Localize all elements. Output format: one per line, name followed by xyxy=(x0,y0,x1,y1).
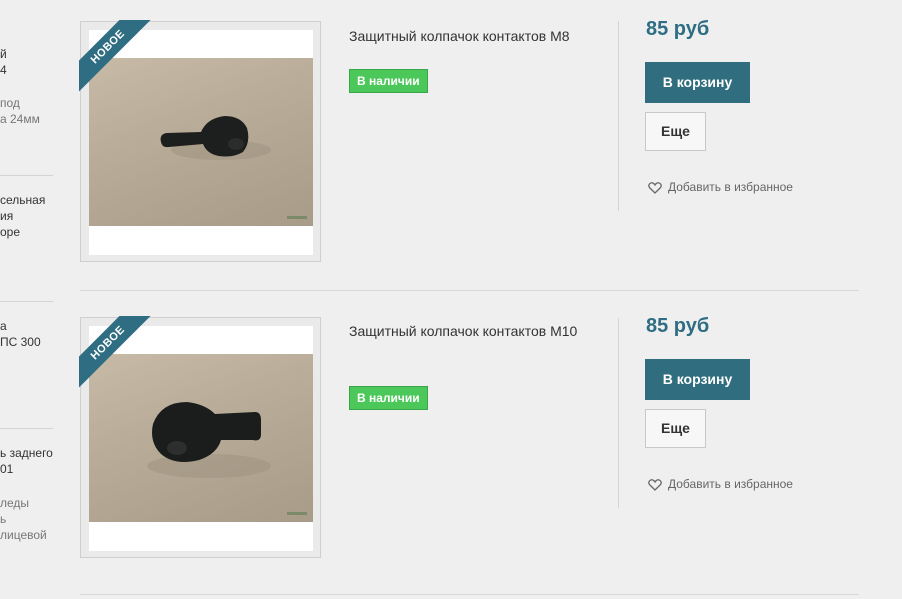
sidebar-item-title-line[interactable]: й xyxy=(0,46,7,62)
product-title-link[interactable]: Защитный колпачок контактов М8 xyxy=(349,25,599,47)
sidebar-item-title-line[interactable]: ия xyxy=(0,208,13,224)
in-stock-badge: В наличии xyxy=(349,69,428,93)
add-to-cart-button[interactable]: В корзину xyxy=(645,62,750,103)
sidebar-item-title-line[interactable]: сельная xyxy=(0,192,45,208)
sidebar-product-item[interactable]: ь заднего 01 леды ь лицевой xyxy=(0,429,53,599)
sidebar-product-item[interactable]: сельная ия оре xyxy=(0,175,53,302)
more-button[interactable]: Еще xyxy=(645,112,706,151)
sidebar-item-desc-line: под xyxy=(0,96,20,110)
new-ribbon: НОВОЕ xyxy=(79,316,159,396)
sidebar-item-desc-line: ь xyxy=(0,512,7,526)
product-title-link[interactable]: Защитный колпачок контактов М10 xyxy=(349,320,579,342)
sidebar-product-item[interactable]: й 4 под а 24мм xyxy=(0,0,53,176)
add-to-favorites-label[interactable]: Добавить в избранное xyxy=(668,477,793,491)
sidebar-item-desc-line: леды xyxy=(0,496,30,510)
sidebar-item-desc-line: лицевой xyxy=(0,528,47,542)
product-image-link[interactable]: НОВОЕ xyxy=(79,20,321,262)
new-ribbon-label: НОВОЕ xyxy=(79,316,155,390)
sidebar-item-desc-line: а 24мм xyxy=(0,112,40,126)
add-to-favorites-link[interactable]: Добавить в избранное xyxy=(648,476,793,492)
add-to-favorites-link[interactable]: Добавить в избранное xyxy=(648,179,793,195)
product-price: 85 руб xyxy=(646,18,710,40)
product-image-link[interactable]: НОВОЕ xyxy=(79,316,321,558)
sidebar-item-title-line[interactable]: оре xyxy=(0,224,20,240)
product-separator xyxy=(80,594,859,595)
heart-outline-icon xyxy=(648,182,662,194)
more-button[interactable]: Еще xyxy=(645,409,706,448)
sidebar-item-title-line[interactable]: 01 xyxy=(0,461,13,477)
add-to-favorites-label[interactable]: Добавить в избранное xyxy=(668,180,793,194)
sidebar-item-title-line[interactable]: ПС 300 xyxy=(0,334,41,350)
sidebar-item-title-line[interactable]: 4 xyxy=(0,62,7,78)
product-price: 85 руб xyxy=(646,315,710,337)
product-separator xyxy=(80,290,859,291)
heart-outline-icon xyxy=(648,479,662,491)
new-ribbon-label: НОВОЕ xyxy=(79,20,155,94)
in-stock-badge: В наличии xyxy=(349,386,428,410)
divider xyxy=(618,21,619,211)
sidebar-item-title-line[interactable]: ь заднего xyxy=(0,445,53,461)
sidebar-product-item[interactable]: а ПС 300 xyxy=(0,302,53,429)
new-ribbon: НОВОЕ xyxy=(79,20,159,100)
divider xyxy=(618,318,619,508)
sidebar: й 4 под а 24мм сельная ия оре а ПС 300 ь… xyxy=(0,0,53,599)
sidebar-item-title-line[interactable]: а xyxy=(0,318,7,334)
add-to-cart-button[interactable]: В корзину xyxy=(645,359,750,400)
